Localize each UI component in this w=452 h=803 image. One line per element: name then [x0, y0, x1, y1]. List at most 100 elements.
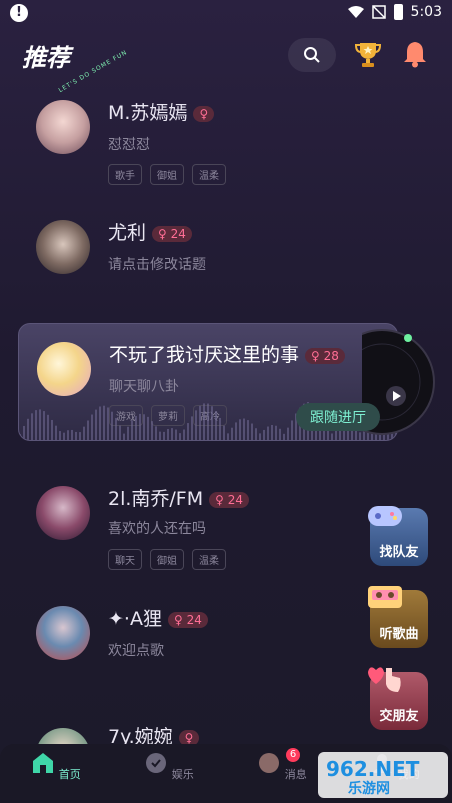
status-time: 5:03 [410, 4, 442, 20]
heart-hand-icon [368, 667, 401, 692]
gender-badge: ♀ 24 [209, 491, 250, 508]
make-friends-button[interactable]: 交朋友 [368, 667, 428, 730]
wave-bar [287, 427, 289, 440]
room-name: M.苏嫣嫣 [108, 102, 188, 124]
find-teammate-button[interactable]: 找队友 [368, 506, 428, 566]
wave-bar [167, 428, 169, 440]
gender-badge: ♀ 28 [305, 347, 345, 364]
bell-icon[interactable] [402, 40, 428, 68]
room-topic: 请点击修改话题 [108, 257, 206, 273]
wave-bar [107, 407, 109, 440]
wave-bar [223, 425, 225, 440]
gender-badge: ♀ [193, 105, 215, 122]
wave-bar [263, 429, 265, 440]
wave-bar [27, 418, 29, 440]
wave-bar [275, 425, 277, 440]
watermark-logo: 962.NET 乐游网 [318, 752, 448, 798]
cassette-icon [368, 586, 402, 608]
entertainment-icon [146, 753, 167, 773]
wave-bar [23, 425, 25, 440]
wave-bar [191, 416, 193, 440]
wave-bar [235, 422, 237, 440]
wave-bar [131, 420, 133, 440]
wave-bar [67, 430, 69, 440]
wave-bar [123, 433, 125, 440]
wave-bar [199, 405, 201, 440]
room-name: ✦·A狸 [108, 608, 162, 630]
side-button-label: 找队友 [379, 545, 419, 560]
room-name: 2l.南乔/FM [108, 488, 204, 510]
wave-bar [43, 411, 45, 440]
wave-bar [35, 410, 37, 440]
wave-bar [83, 426, 85, 440]
wave-bar [111, 411, 113, 440]
listen-song-button[interactable]: 听歌曲 [368, 586, 428, 648]
wave-bar [91, 414, 93, 440]
wave-bar [103, 405, 105, 440]
wave-bar [279, 428, 281, 440]
wave-bar [63, 432, 65, 440]
room-item[interactable]: M.苏嫣嫣 ♀ 怼怼怼 歌手 御姐 温柔 [0, 92, 452, 202]
search-button[interactable] [288, 38, 336, 72]
tag: 聊天 [108, 549, 142, 570]
wave-bar [51, 419, 53, 440]
tab-messages[interactable]: 6 消息 [252, 748, 312, 782]
wave-bar [251, 423, 253, 440]
tab-home[interactable]: 首页 [26, 752, 86, 782]
wave-bar [203, 403, 205, 440]
alert-icon: ! [10, 4, 28, 22]
search-icon [304, 47, 320, 63]
tab-entertainment[interactable]: 娱乐 [139, 752, 199, 782]
wave-bar [291, 420, 293, 440]
room-topic: 聊天聊八卦 [109, 379, 179, 395]
room-topic: 怼怼怼 [108, 137, 150, 153]
svg-text:962.NET: 962.NET [326, 757, 420, 781]
wave-bar [127, 426, 129, 440]
top-header: 推荐 LET'S DO SOME FUN [0, 34, 452, 94]
wave-bar [247, 420, 249, 440]
wave-bar [267, 426, 269, 440]
wave-bar [155, 426, 157, 440]
wave-bar [171, 428, 173, 440]
wifi-icon [347, 6, 364, 18]
wave-bar [255, 428, 257, 440]
wave-bar [215, 411, 217, 440]
wave-bar [19, 434, 21, 440]
wave-bar [59, 431, 61, 440]
wave-bar [331, 433, 333, 440]
wave-bar [39, 409, 41, 440]
tag: 温柔 [192, 549, 226, 570]
room-name: 不玩了我讨厌这里的事 [109, 344, 300, 366]
avatar [36, 100, 90, 154]
avatar [36, 728, 90, 744]
room-name: 7y.婉婉 [108, 726, 173, 744]
wave-bar [175, 429, 177, 440]
wave-bar [271, 425, 273, 440]
gender-badge: ♀ 24 [167, 611, 208, 628]
wave-bar [135, 415, 137, 440]
wave-bar [151, 421, 153, 440]
messages-avatar-icon [259, 753, 280, 773]
wave-bar [147, 416, 149, 440]
avatar [37, 342, 91, 396]
wave-bar [227, 433, 229, 440]
tag: 歌手 [108, 164, 142, 185]
wave-bar [31, 413, 33, 440]
avatar [36, 486, 90, 540]
room-item[interactable]: 尤利 ♀ 24 请点击修改话题 [0, 212, 452, 322]
gamepad-icon [368, 506, 402, 526]
wave-bar [163, 431, 165, 440]
room-name: 尤利 [108, 222, 147, 244]
gender-badge: ♀ [178, 729, 200, 744]
wave-bar [207, 403, 209, 440]
trophy-icon[interactable] [354, 40, 382, 68]
wave-bar [119, 425, 121, 440]
wave-bar [231, 427, 233, 440]
wave-bar [211, 406, 213, 440]
message-count-badge: 6 [286, 748, 300, 762]
follow-into-room-button[interactable]: 跟随进厅 [296, 403, 380, 431]
side-button-label: 交朋友 [379, 709, 419, 724]
wave-bar [139, 413, 141, 440]
battery-icon [393, 4, 403, 20]
wave-bar [99, 406, 101, 440]
